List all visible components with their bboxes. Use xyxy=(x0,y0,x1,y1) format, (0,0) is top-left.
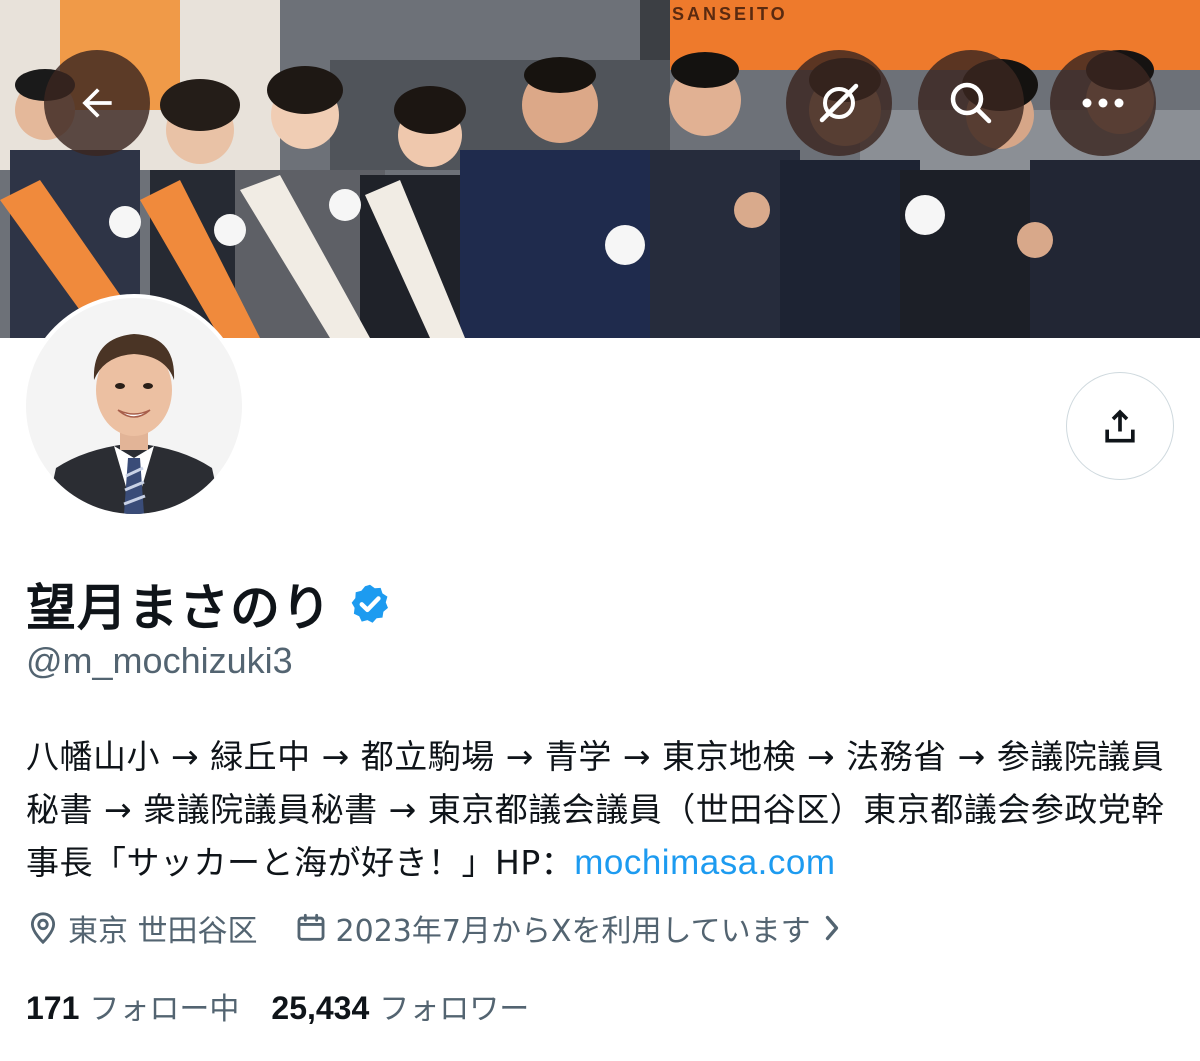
location-item: 東京 世田谷区 xyxy=(26,906,258,950)
search-button[interactable] xyxy=(918,50,1024,156)
followers-link[interactable]: 25,434 フォロワー xyxy=(271,984,529,1028)
banner-sign-text: SANSEITO xyxy=(672,4,788,24)
location-text: 東京 世田谷区 xyxy=(68,914,258,949)
location-pin-icon xyxy=(30,912,56,945)
following-count: 171 xyxy=(26,990,80,1026)
back-button[interactable] xyxy=(44,50,150,156)
grok-icon xyxy=(819,83,859,123)
banner-photo xyxy=(0,0,1200,338)
search-icon xyxy=(950,82,992,124)
followers-count: 25,434 xyxy=(271,990,370,1026)
verified-badge-icon[interactable] xyxy=(348,582,392,626)
share-icon xyxy=(1105,409,1135,443)
chevron-right-icon xyxy=(825,915,838,941)
avatar-photo xyxy=(26,298,242,514)
profile-banner[interactable]: SANSEITO xyxy=(0,0,1200,338)
followers-label: フォロワー xyxy=(379,992,530,1027)
following-label: フォロー中 xyxy=(89,992,240,1027)
joined-item[interactable]: 2023年7月からXを利用しています xyxy=(294,906,851,950)
joined-text: 2023年7月からXを利用しています xyxy=(335,914,811,949)
profile-handle: @m_mochizuki3 xyxy=(26,640,293,681)
following-link[interactable]: 171 フォロー中 xyxy=(26,984,239,1028)
more-button[interactable] xyxy=(1050,50,1156,156)
display-name: 望月まさのり xyxy=(26,579,332,637)
profile-avatar[interactable] xyxy=(22,294,246,518)
share-button[interactable] xyxy=(1066,372,1174,480)
profile-meta: 東京 世田谷区 2023年7月からXを利用しています xyxy=(26,906,851,950)
follow-stats: 171 フォロー中 25,434 フォロワー xyxy=(26,984,529,1028)
calendar-icon xyxy=(297,913,325,941)
more-horizontal-icon xyxy=(1082,98,1124,108)
grok-button[interactable] xyxy=(786,50,892,156)
arrow-left-icon xyxy=(82,88,112,118)
profile-bio: 八幡山小 → 緑丘中 → 都立駒場 → 青学 → 東京地検 → 法務省 → 参議… xyxy=(26,730,1176,889)
name-row: 望月まさのり xyxy=(26,568,392,640)
bio-website-link[interactable]: mochimasa.com xyxy=(574,843,835,882)
